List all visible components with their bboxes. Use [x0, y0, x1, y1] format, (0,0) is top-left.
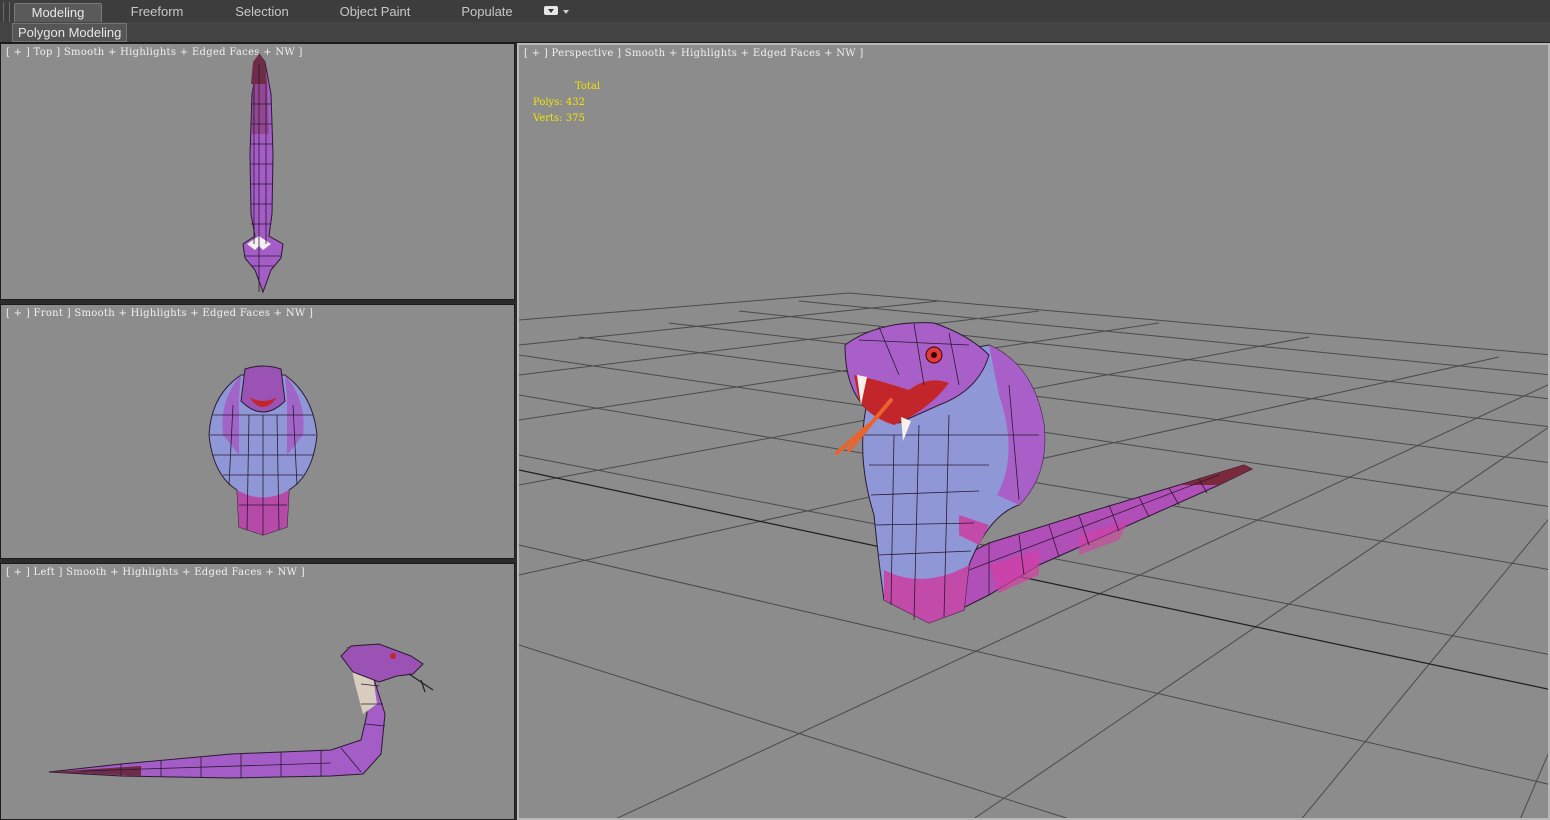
- tab-freeform[interactable]: Freeform: [116, 3, 198, 21]
- viewport-top[interactable]: [ + ] Top ] Smooth + Highlights + Edged …: [0, 43, 515, 300]
- viewport-left[interactable]: [ + ] Left ] Smooth + Highlights + Edged…: [0, 563, 515, 820]
- tab-selection[interactable]: Selection: [220, 3, 304, 21]
- tab-populate[interactable]: Populate: [450, 3, 524, 21]
- snake-left-view: [48, 643, 434, 779]
- tab-modeling[interactable]: Modeling: [14, 3, 102, 22]
- viewport-front[interactable]: [ + ] Front ] Smooth + Highlights + Edge…: [0, 304, 515, 559]
- chevron-down-icon[interactable]: [563, 10, 569, 14]
- ribbon-options-icon[interactable]: [544, 6, 558, 15]
- snake-front-view: [208, 365, 318, 536]
- tab-object-paint[interactable]: Object Paint: [330, 3, 420, 21]
- panel-polygon-modeling[interactable]: Polygon Modeling: [12, 23, 128, 42]
- perspective-scene: [519, 292, 1548, 818]
- viewport-perspective[interactable]: [ + ] Perspective ] Smooth + Highlights …: [517, 43, 1550, 820]
- snake-top-view: [242, 52, 284, 294]
- ribbon-tab-bar: Modeling Freeform Selection Object Paint…: [0, 0, 1550, 42]
- ribbon-panel-bar: Polygon Modeling: [0, 22, 1550, 43]
